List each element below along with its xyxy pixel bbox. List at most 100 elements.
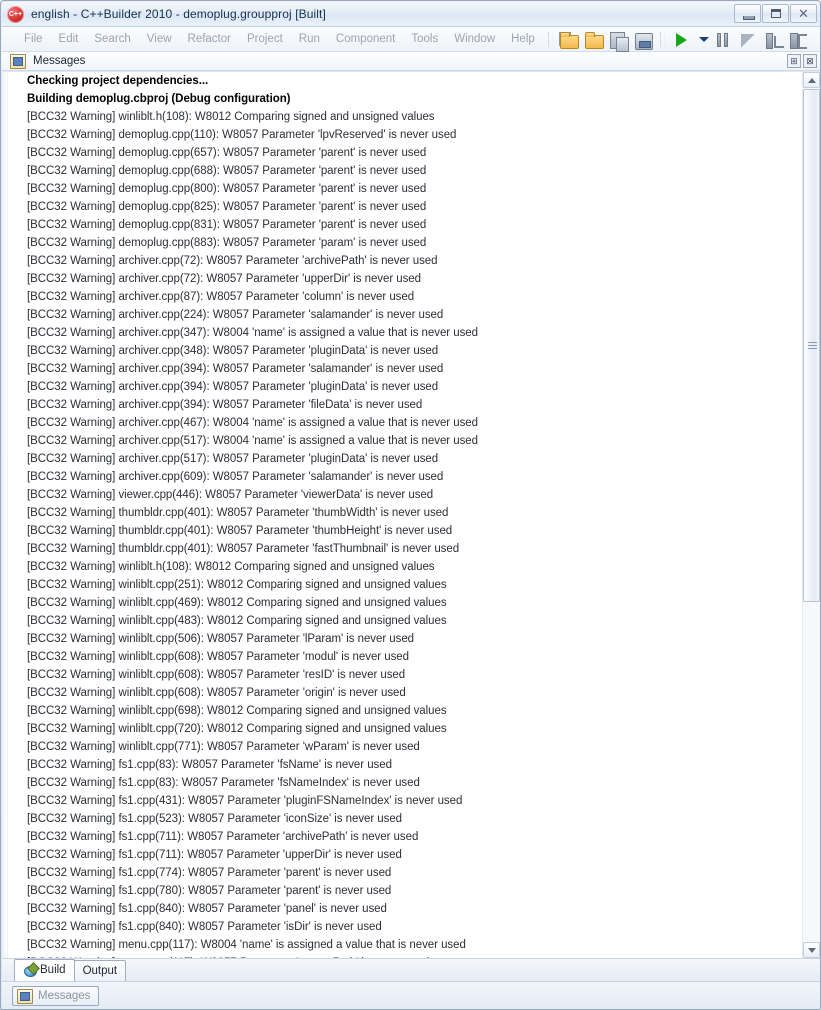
toolbar-separator-2 [659,31,665,47]
message-line[interactable]: [BCC32 Warning] winliblt.cpp(506): W8057… [8,630,799,648]
run-dropdown-icon[interactable] [695,29,709,50]
status-bar: Messages [2,981,820,1009]
menu-search[interactable]: Search [86,30,138,48]
message-line[interactable]: [BCC32 Warning] winliblt.cpp(698): W8012… [8,702,799,720]
message-line[interactable]: [BCC32 Warning] archiver.cpp(467): W8004… [8,414,799,432]
menu-edit[interactable]: Edit [51,30,87,48]
messages-pane-buttons: ⊞ ⊠ [787,54,817,68]
new-file-icon[interactable] [608,29,630,52]
message-line[interactable]: [BCC32 Warning] archiver.cpp(224): W8057… [8,306,799,324]
message-line[interactable]: [BCC32 Warning] fs1.cpp(83): W8057 Param… [8,756,799,774]
message-line[interactable]: [BCC32 Warning] demoplug.cpp(657): W8057… [8,144,799,162]
message-line[interactable]: [BCC32 Warning] winliblt.cpp(608): W8057… [8,666,799,684]
message-line[interactable]: [BCC32 Warning] demoplug.cpp(110): W8057… [8,126,799,144]
title-bar: english - C++Builder 2010 - demoplug.gro… [2,2,820,27]
app-root: english - C++Builder 2010 - demoplug.gro… [0,0,821,1010]
message-line[interactable]: [BCC32 Warning] fs1.cpp(83): W8057 Param… [8,774,799,792]
scroll-down-button[interactable] [803,942,820,958]
pause-icon[interactable] [712,29,734,50]
toolbar-file-group [558,29,655,52]
message-line[interactable]: [BCC32 Warning] fs1.cpp(774): W8057 Para… [8,864,799,882]
pane-tab-strip: Build Output [2,958,820,981]
menu-help[interactable]: Help [503,30,543,48]
message-line[interactable]: [BCC32 Warning] winliblt.cpp(469): W8012… [8,594,799,612]
docked-messages-tab[interactable]: Messages [12,986,100,1006]
message-line[interactable]: [BCC32 Warning] archiver.cpp(348): W8057… [8,342,799,360]
message-line[interactable]: [BCC32 Warning] archiver.cpp(347): W8004… [8,324,799,342]
tab-build-label: Build [40,964,66,976]
scroll-up-button[interactable] [803,72,820,88]
message-line[interactable]: [BCC32 Warning] archiver.cpp(609): W8057… [8,468,799,486]
vertical-scrollbar[interactable] [802,72,820,958]
step-over-icon[interactable] [737,29,759,50]
maximize-button[interactable] [762,4,789,23]
message-line[interactable]: [BCC32 Warning] fs1.cpp(711): W8057 Para… [8,846,799,864]
message-line[interactable]: [BCC32 Warning] fs1.cpp(523): W8057 Para… [8,810,799,828]
chevron-down-icon [808,948,816,953]
message-line[interactable]: [BCC32 Warning] winliblt.cpp(720): W8012… [8,720,799,738]
tab-build[interactable]: Build [14,959,75,981]
message-line[interactable]: [BCC32 Warning] thumbldr.cpp(401): W8057… [8,540,799,558]
message-line[interactable]: [BCC32 Warning] winliblt.cpp(251): W8012… [8,576,799,594]
message-line[interactable]: [BCC32 Warning] menu.cpp(117): W8004 'na… [8,936,799,954]
menu-refactor[interactable]: Refactor [180,30,239,48]
cppbuilder-icon [7,5,24,23]
message-line[interactable]: [BCC32 Warning] fs1.cpp(840): W8057 Para… [8,900,799,918]
message-line[interactable]: [BCC32 Warning] archiver.cpp(394): W8057… [8,360,799,378]
message-line[interactable]: Building demoplug.cbproj (Debug configur… [8,90,799,108]
open-project-icon[interactable] [558,29,580,50]
message-line[interactable]: [BCC32 Warning] winliblt.cpp(771): W8057… [8,738,799,756]
save-all-icon[interactable] [633,29,655,50]
message-line[interactable]: [BCC32 Warning] archiver.cpp(394): W8057… [8,378,799,396]
trace-into-icon[interactable] [762,29,784,50]
message-line[interactable]: [BCC32 Warning] thumbldr.cpp(401): W8057… [8,522,799,540]
menu-file[interactable]: File [16,30,51,48]
save-project-icon[interactable] [583,29,605,50]
message-line[interactable]: [BCC32 Warning] archiver.cpp(394): W8057… [8,396,799,414]
message-line[interactable]: [BCC32 Warning] thumbldr.cpp(401): W8057… [8,504,799,522]
main-window: english - C++Builder 2010 - demoplug.gro… [0,0,821,1010]
close-pane-icon[interactable]: ⊠ [803,54,817,68]
tab-output-label: Output [82,965,118,977]
message-line[interactable]: [BCC32 Warning] demoplug.cpp(831): W8057… [8,216,799,234]
message-line[interactable]: [BCC32 Warning] fs1.cpp(431): W8057 Para… [8,792,799,810]
step-out-icon[interactable] [787,29,809,50]
message-line[interactable]: [BCC32 Warning] demoplug.cpp(800): W8057… [8,180,799,198]
dock-icon[interactable]: ⊞ [787,54,801,68]
tab-output[interactable]: Output [73,960,127,981]
docked-messages-label: Messages [38,990,91,1002]
menu-tools[interactable]: Tools [403,30,446,48]
messages-pane-title: Messages [33,55,86,67]
message-line[interactable]: [BCC32 Warning] winliblt.cpp(608): W8057… [8,648,799,666]
message-line[interactable]: [BCC32 Warning] fs1.cpp(780): W8057 Para… [8,882,799,900]
chevron-up-icon [808,78,816,83]
close-button[interactable]: ✕ [790,4,817,23]
message-line[interactable]: [BCC32 Warning] winliblt.cpp(608): W8057… [8,684,799,702]
run-icon[interactable] [670,29,692,50]
message-line[interactable]: Checking project dependencies... [8,72,799,90]
message-line[interactable]: [BCC32 Warning] winliblt.cpp(483): W8012… [8,612,799,630]
message-line[interactable]: [BCC32 Warning] demoplug.cpp(688): W8057… [8,162,799,180]
message-line[interactable]: [BCC32 Warning] archiver.cpp(72): W8057 … [8,252,799,270]
message-line[interactable]: [BCC32 Warning] archiver.cpp(87): W8057 … [8,288,799,306]
message-line[interactable]: [BCC32 Warning] archiver.cpp(72): W8057 … [8,270,799,288]
menu-component[interactable]: Component [328,30,403,48]
menu-window[interactable]: Window [446,30,503,48]
menu-view[interactable]: View [139,30,180,48]
message-line[interactable]: [BCC32 Warning] fs1.cpp(840): W8057 Para… [8,918,799,936]
scrollbar-thumb[interactable] [803,89,820,602]
message-line[interactable]: [BCC32 Warning] fs1.cpp(711): W8057 Para… [8,828,799,846]
message-line[interactable]: [BCC32 Warning] demoplug.cpp(883): W8057… [8,234,799,252]
message-line[interactable]: [BCC32 Warning] winliblt.h(108): W8012 C… [8,108,799,126]
message-line[interactable]: [BCC32 Warning] demoplug.cpp(825): W8057… [8,198,799,216]
messages-icon [17,988,33,1004]
minimize-button[interactable] [734,4,761,23]
message-line[interactable]: [BCC32 Warning] winliblt.h(108): W8012 C… [8,558,799,576]
message-line[interactable]: [BCC32 Warning] archiver.cpp(517): W8004… [8,432,799,450]
menu-run[interactable]: Run [291,30,328,48]
menu-project[interactable]: Project [239,30,291,48]
toolbar-separator-1 [547,31,553,47]
message-line[interactable]: [BCC32 Warning] viewer.cpp(446): W8057 P… [8,486,799,504]
message-list[interactable]: Checking project dependencies... Building… [8,72,799,958]
message-line[interactable]: [BCC32 Warning] archiver.cpp(517): W8057… [8,450,799,468]
